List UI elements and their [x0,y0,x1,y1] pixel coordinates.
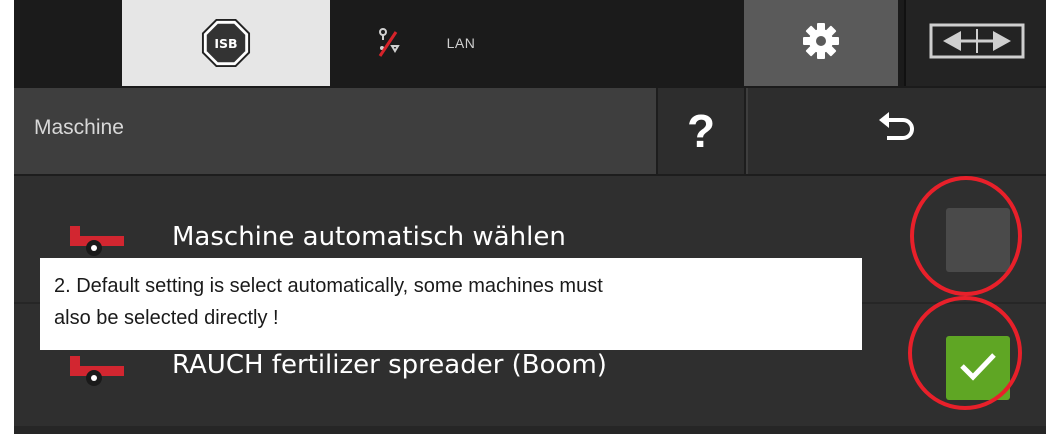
lan-disconnected-icon [374,26,404,62]
item-label: RAUCH fertilizer spreader (Boom) [172,350,607,380]
back-button[interactable] [748,88,1046,174]
isb-label: ISB [214,36,237,51]
isb-octagon-icon: ISB [201,18,251,68]
annotation-callout: 2. Default setting is select automatical… [40,258,862,350]
gear-icon [802,22,840,64]
screen-switch-icon [929,23,1025,63]
screen-switch-button[interactable] [904,0,1046,86]
page-header: Maschine ? [14,88,1046,176]
annotation-line-1: 2. Default setting is select automatical… [54,275,603,297]
tab-lan[interactable]: LAN [330,0,530,86]
highlight-circle-rauch [908,296,1022,410]
bottom-divider [14,426,1046,434]
item-label: Maschine automatisch wählen [172,222,566,252]
trailer-icon [68,224,126,262]
highlight-circle-auto [910,176,1022,296]
terminal-screen: ISB LAN Maschine ? Maschine automatisch … [14,0,1046,434]
page-title: Maschine [34,116,124,139]
lan-label: LAN [446,35,476,51]
help-label: ? [686,105,716,157]
annotation-line-2: also be selected directly ! [54,307,279,329]
undo-arrow-icon [877,112,917,150]
trailer-icon [68,354,126,392]
help-button[interactable]: ? [656,88,746,174]
top-bar: ISB LAN [14,0,1046,88]
tab-isb[interactable]: ISB [122,0,330,86]
settings-button[interactable] [744,0,898,86]
